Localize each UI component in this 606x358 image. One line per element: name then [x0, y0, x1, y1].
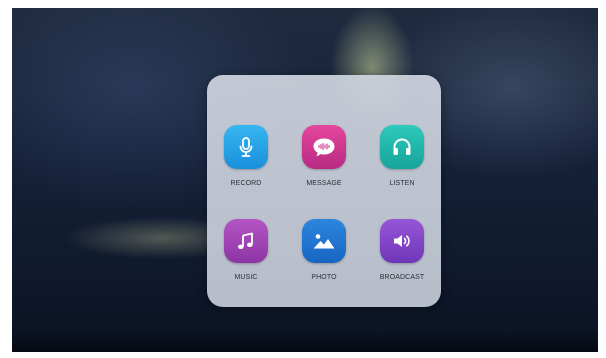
app-launcher-panel: RECORD MESSAGE LISTEN MUSIC PHOTO BROADC…	[207, 75, 441, 307]
music-note-icon	[238, 232, 253, 249]
device-screen: RECORD MESSAGE LISTEN MUSIC PHOTO BROADC…	[12, 8, 598, 352]
message-label: MESSAGE	[306, 180, 342, 187]
microphone-icon	[239, 137, 253, 157]
record-app-button[interactable]: RECORD	[207, 125, 285, 187]
listen-tile	[380, 125, 424, 169]
record-tile	[224, 125, 268, 169]
music-tile	[224, 219, 268, 263]
broadcast-label: BROADCAST	[379, 274, 425, 281]
music-app-button[interactable]: MUSIC	[207, 219, 285, 281]
message-app-button[interactable]: MESSAGE	[285, 125, 363, 187]
listen-app-button[interactable]: LISTEN	[363, 125, 441, 187]
record-label: RECORD	[230, 180, 262, 187]
headphones-icon	[393, 138, 411, 155]
music-label: MUSIC	[234, 274, 258, 281]
photo-label: PHOTO	[311, 274, 337, 281]
broadcast-app-button[interactable]: BROADCAST	[363, 219, 441, 281]
message-tile	[302, 125, 346, 169]
speaker-icon	[394, 235, 410, 247]
listen-label: LISTEN	[389, 180, 415, 187]
photo-app-button[interactable]: PHOTO	[285, 219, 363, 281]
photo-tile	[302, 219, 346, 263]
image-icon	[313, 234, 335, 249]
chat-bubble-icon	[313, 138, 335, 157]
broadcast-tile	[380, 219, 424, 263]
